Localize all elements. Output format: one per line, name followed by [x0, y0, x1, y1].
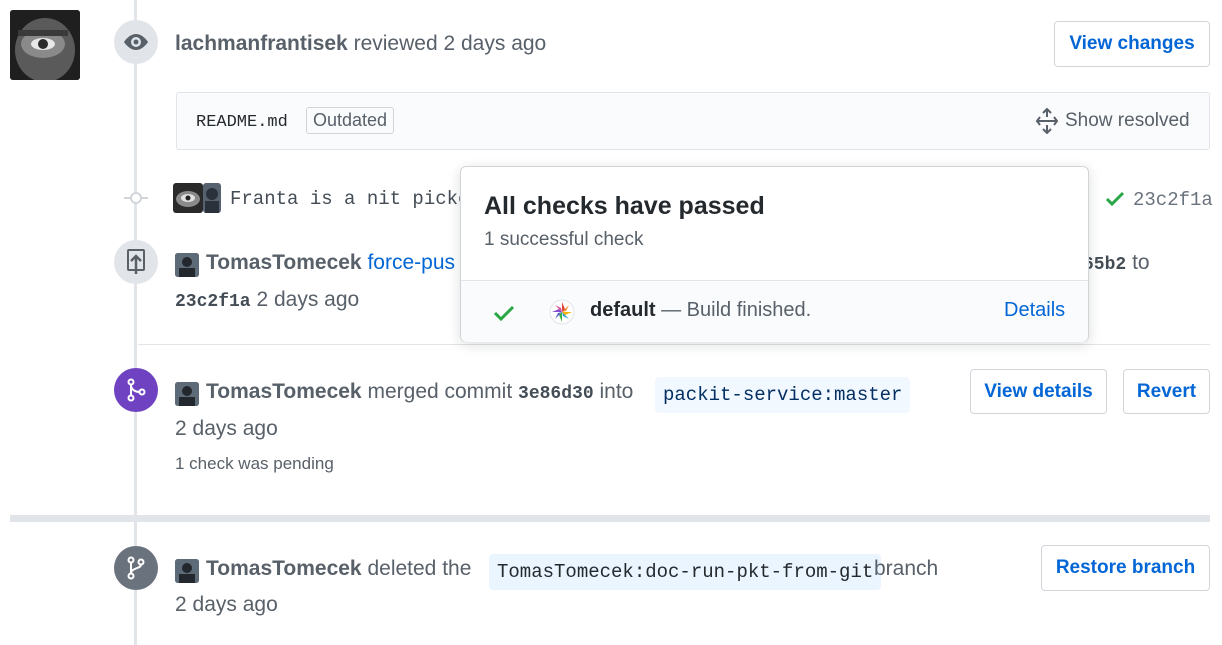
branch-delete-suffix: branch	[874, 557, 939, 580]
branch-delete-badge	[114, 546, 158, 590]
restore-branch-button[interactable]: Restore branch	[1041, 545, 1210, 591]
merge-author-link[interactable]: TomasTomecek	[206, 380, 362, 403]
merge-checks-note: 1 check was pending	[175, 454, 334, 473]
force-push-to-label: to	[1132, 251, 1150, 274]
section-divider	[138, 344, 1210, 345]
review-badge	[114, 20, 158, 64]
merge-time[interactable]: 2 days ago	[175, 417, 278, 441]
force-push-author-link[interactable]: TomasTomecek	[206, 251, 362, 274]
force-push-line2: 23c2f1a 2 days ago	[175, 288, 359, 312]
view-changes-button[interactable]: View changes	[1054, 21, 1210, 67]
checks-popover: All checks have passed 1 successful chec…	[460, 166, 1089, 342]
check-description: — Build finished.	[661, 299, 812, 321]
force-push-action-link[interactable]: force-pus	[367, 251, 455, 274]
check-success-icon	[493, 305, 515, 322]
merge-action: merged commit	[367, 380, 513, 403]
merge-author-avatar[interactable]	[175, 382, 199, 406]
branch-author-link[interactable]: TomasTomecek	[206, 557, 362, 580]
eye-icon	[124, 34, 148, 50]
check-details-link[interactable]: Details	[1004, 299, 1065, 322]
merge-target-branch[interactable]: packit-service:master	[655, 377, 911, 413]
reviewer-avatar[interactable]	[10, 10, 80, 80]
popover-title: All checks have passed	[484, 192, 765, 220]
view-details-button[interactable]: View details	[970, 369, 1107, 414]
repo-push-icon	[127, 249, 145, 274]
avatar-tomastomecek[interactable]	[203, 183, 221, 213]
show-resolved-label: Show resolved	[1065, 110, 1190, 131]
review-author-link[interactable]: lachmanfrantisek	[175, 32, 348, 55]
unfold-icon	[1035, 108, 1059, 134]
force-push-from-sha[interactable]: 65b2	[1083, 255, 1126, 275]
branch-delete-time[interactable]: 2 days ago	[175, 593, 278, 617]
commit-sha-link[interactable]: 23c2f1a	[1133, 189, 1213, 211]
revert-button[interactable]: Revert	[1123, 369, 1210, 414]
check-name: default	[590, 299, 656, 321]
merge-into-label: into	[599, 380, 634, 403]
check-label: default — Build finished.	[590, 299, 811, 322]
merge-sha-link[interactable]: 3e86d30	[518, 384, 594, 404]
force-push-header: TomasTomecek force-pus	[206, 251, 455, 275]
commit-dot-icon	[124, 192, 148, 204]
check-icon[interactable]	[1105, 191, 1125, 207]
show-resolved-button[interactable]: Show resolved	[1035, 108, 1190, 134]
branch-author-avatar[interactable]	[175, 559, 199, 583]
merge-badge	[114, 368, 158, 412]
review-file-box: README.md Outdated Show resolved	[176, 92, 1210, 150]
review-file-name[interactable]: README.md	[196, 113, 288, 132]
force-push-to: 65b2 to	[1083, 251, 1150, 275]
popover-subtitle: 1 successful check	[484, 229, 644, 250]
review-action: reviewed	[353, 32, 438, 55]
git-branch-icon	[127, 556, 145, 580]
avatar-lachmanfrantisek[interactable]	[173, 183, 203, 213]
outdated-label: Outdated	[306, 107, 395, 134]
commit-message-link[interactable]: Franta is a nit picke	[230, 188, 469, 210]
popover-check-row: default — Build finished. Details	[461, 280, 1088, 342]
timeline-end-separator	[10, 515, 1210, 522]
force-push-author-avatar[interactable]	[175, 253, 199, 277]
force-push-to-sha[interactable]: 23c2f1a	[175, 292, 251, 312]
branch-delete-action: deleted the	[367, 557, 472, 580]
review-header: lachmanfrantisek reviewed 2 days ago	[175, 32, 546, 56]
deleted-branch-name: TomasTomecek:doc-run-pkt-from-git	[489, 554, 882, 590]
branch-delete-header: TomasTomecek deleted the	[206, 557, 471, 581]
check-app-logo-icon	[549, 299, 575, 325]
git-merge-icon	[127, 378, 146, 402]
force-push-badge	[114, 240, 158, 284]
merge-header: TomasTomecek merged commit 3e86d30 into	[206, 380, 633, 404]
review-time[interactable]: 2 days ago	[443, 32, 546, 55]
force-push-time[interactable]: 2 days ago	[256, 288, 359, 311]
commit-author-avatars[interactable]	[173, 183, 221, 213]
